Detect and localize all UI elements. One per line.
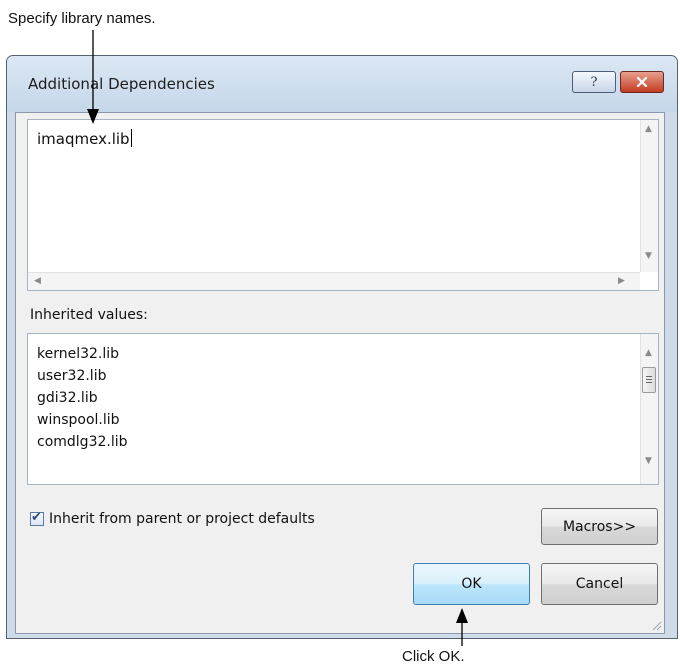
arrow-to-textbox bbox=[87, 30, 99, 124]
arrow-to-ok-button bbox=[456, 608, 468, 646]
callout-arrows bbox=[87, 30, 468, 646]
